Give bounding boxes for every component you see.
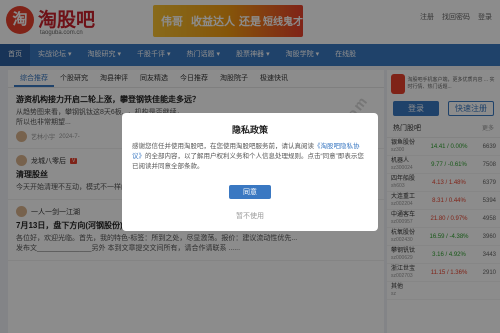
modal-backdrop[interactable]: 隐私政策 感谢您信任并使用淘股吧，在您使用淘股吧服务前，请认真阅读《淘股吧隐私协… (0, 0, 500, 333)
dialog-title: 隐私政策 (231, 125, 268, 135)
decline-button[interactable]: 暂不使用 (122, 211, 378, 221)
agree-button[interactable]: 同意 (229, 185, 271, 199)
dialog-body: 感谢您信任并使用淘股吧，在您使用淘股吧服务前，请认真阅读《淘股吧隐私协议》的全部… (122, 136, 378, 172)
privacy-policy-dialog: 隐私政策 感谢您信任并使用淘股吧，在您使用淘股吧服务前，请认真阅读《淘股吧隐私协… (122, 113, 378, 231)
dialog-text: 感谢您信任并使用淘股吧，在您使用淘股吧服务前，请认真阅读 (132, 143, 314, 150)
dialog-text: 的全部内容，以了解用户权利义务和个人信息处理规则。点击“同意”即表示您已阅读并同… (132, 153, 364, 170)
